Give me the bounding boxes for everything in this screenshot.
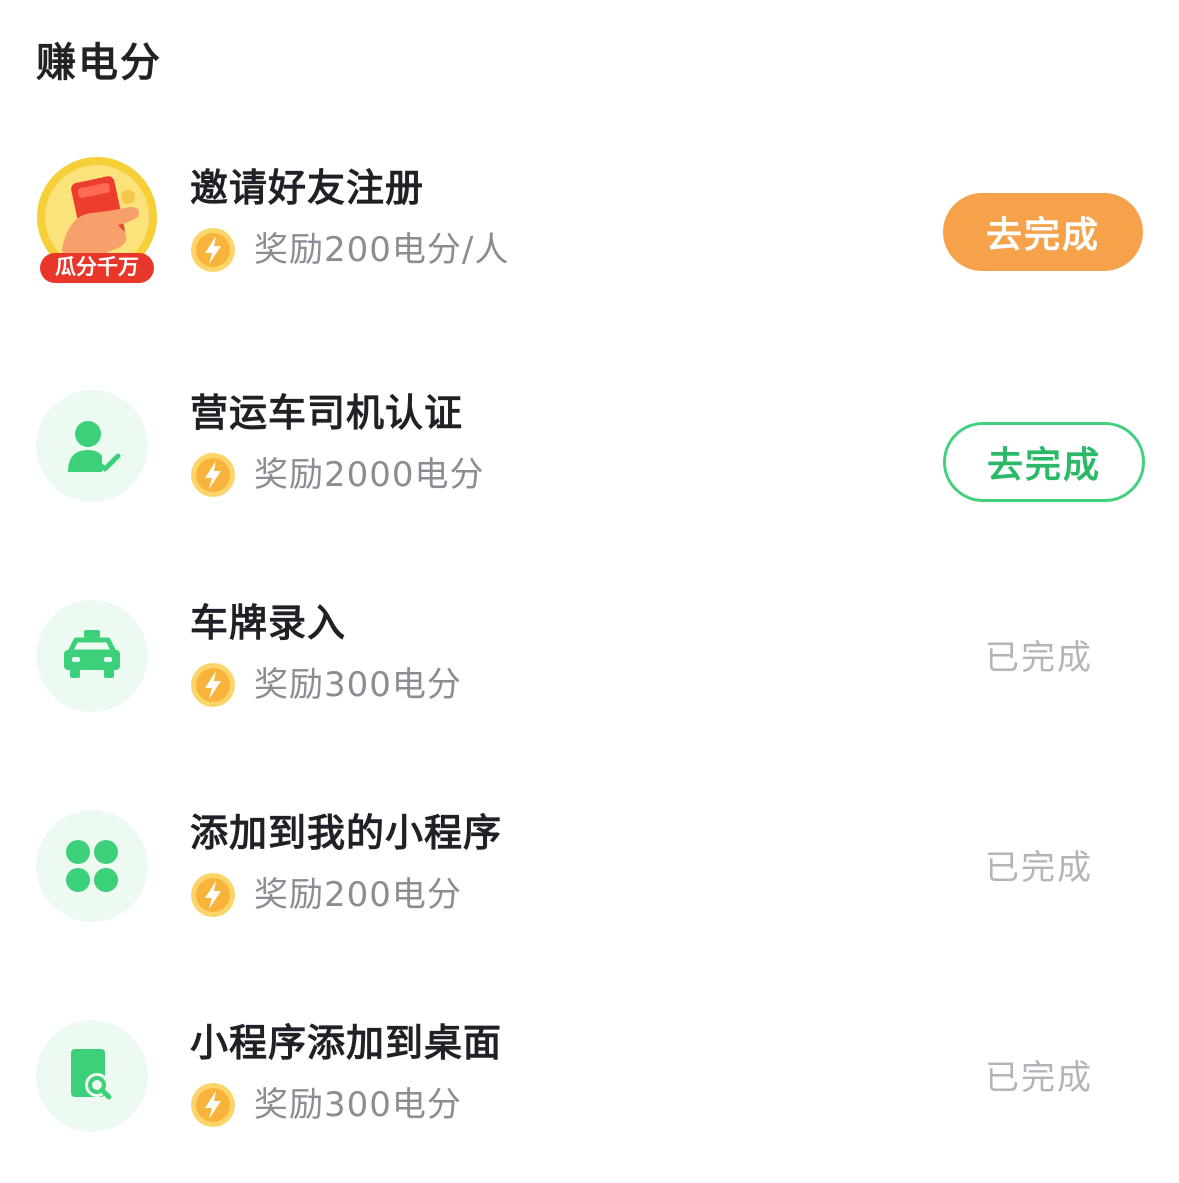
go-complete-button[interactable]: 去完成 <box>943 193 1143 271</box>
lightning-coin-icon <box>191 228 235 272</box>
section-title: 赚电分 <box>36 40 162 86</box>
four-leaf-clover-icon <box>36 810 148 922</box>
document-search-icon <box>36 1020 148 1132</box>
task-row-add-mini-program: 添加到我的小程序 奖励200电分 已完成 <box>0 790 1179 940</box>
invite-badge-text: 瓜分千万 <box>55 255 139 279</box>
task-name: 添加到我的小程序 <box>190 811 503 855</box>
reward-text: 奖励300电分 <box>254 665 462 705</box>
lightning-coin-icon <box>191 873 235 917</box>
completed-status: 已完成 <box>985 1058 1093 1098</box>
task-name: 邀请好友注册 <box>190 166 425 210</box>
reward-text: 奖励200电分/人 <box>254 230 510 270</box>
task-row-add-to-desktop: 小程序添加到桌面 奖励300电分 已完成 <box>0 1000 1179 1150</box>
reward-text: 奖励2000电分 <box>254 455 485 495</box>
task-row-license-plate: 车牌录入 奖励300电分 已完成 <box>0 580 1179 730</box>
lightning-coin-icon <box>191 663 235 707</box>
reward-text: 奖励200电分 <box>254 875 462 915</box>
red-envelope-hand-icon: 瓜分千万 <box>32 155 162 285</box>
task-row-driver-certification: 营运车司机认证 奖励2000电分 去完成 <box>0 370 1179 520</box>
completed-status: 已完成 <box>985 848 1093 888</box>
go-complete-button[interactable]: 去完成 <box>943 422 1145 502</box>
task-row-invite-friends: 瓜分千万 邀请好友注册 奖励200电分/人 去完成 <box>0 145 1179 295</box>
task-name: 小程序添加到桌面 <box>190 1021 503 1065</box>
task-name: 营运车司机认证 <box>190 391 464 435</box>
completed-status: 已完成 <box>985 638 1093 678</box>
taxi-car-icon <box>36 600 148 712</box>
lightning-coin-icon <box>191 1083 235 1127</box>
reward-text: 奖励300电分 <box>254 1085 462 1125</box>
task-name: 车牌录入 <box>190 601 347 645</box>
person-verified-icon <box>36 390 148 502</box>
lightning-coin-icon <box>191 453 235 497</box>
